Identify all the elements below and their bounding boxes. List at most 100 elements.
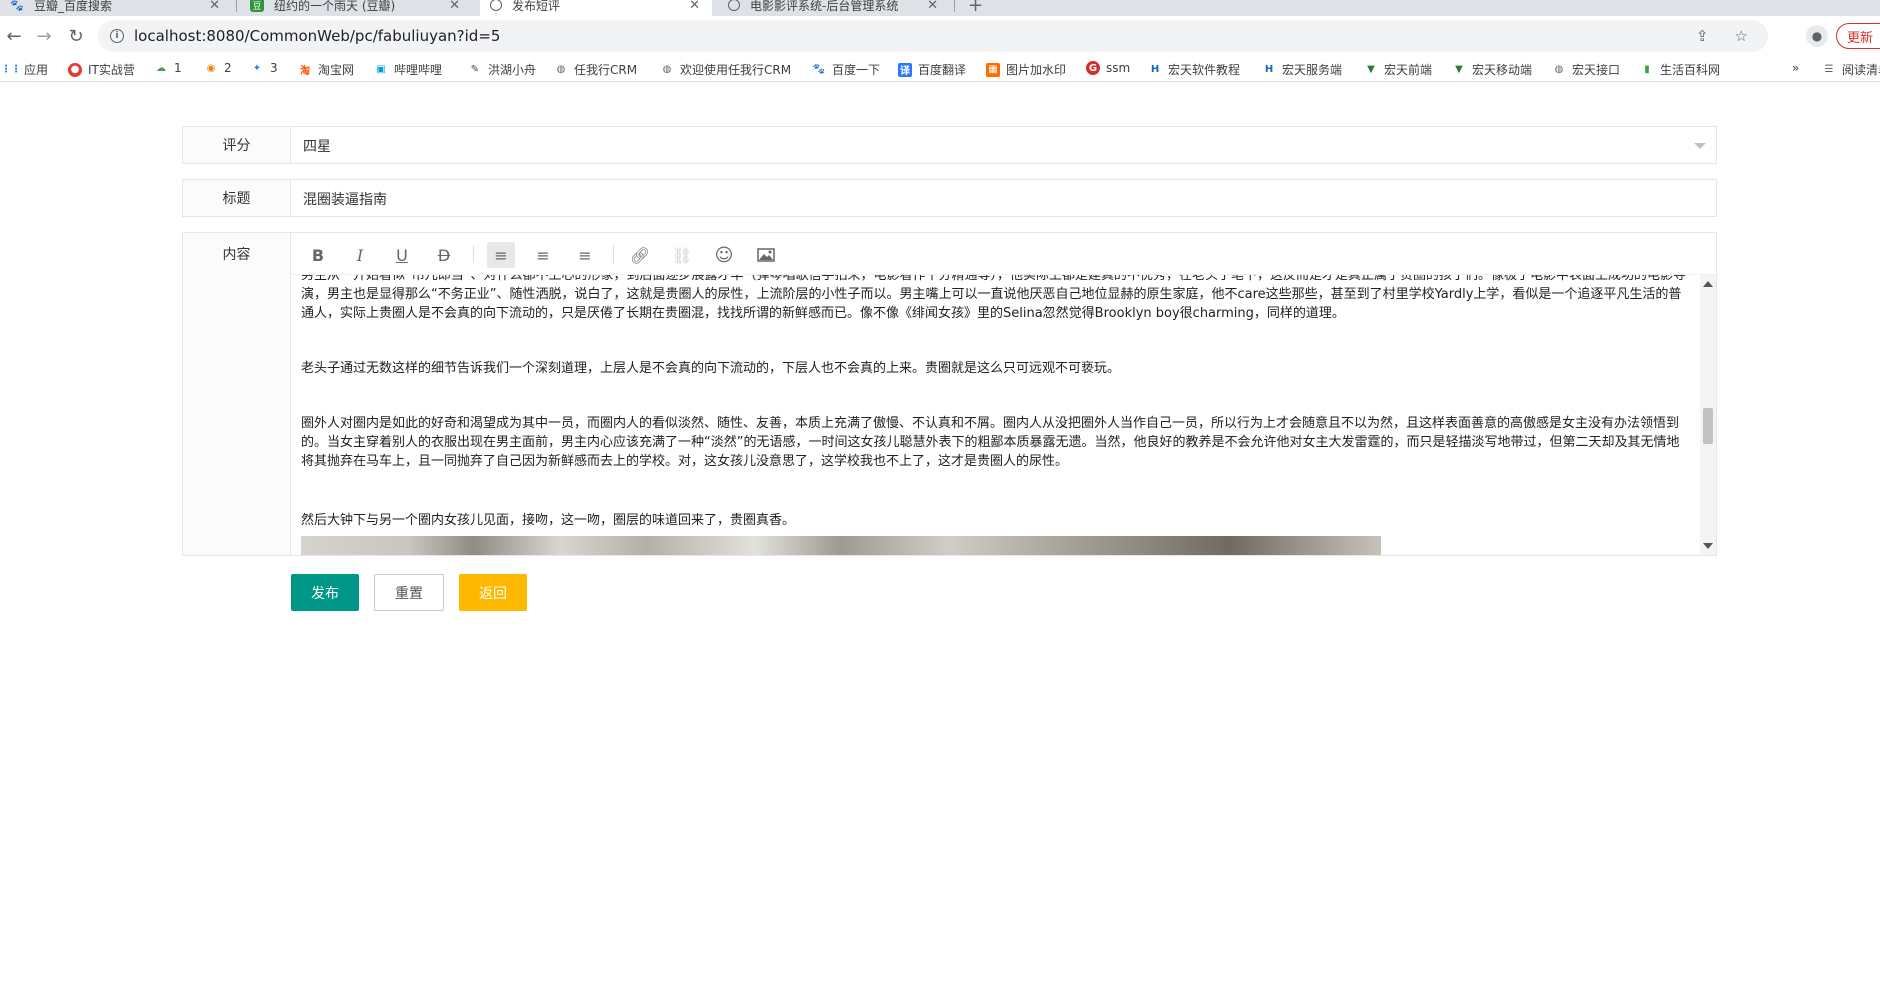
rating-select[interactable]: 四星: [303, 127, 1703, 165]
update-button[interactable]: 更新: [1836, 23, 1880, 49]
taobao-icon: 淘: [300, 66, 310, 77]
watermark-icon: ▦: [986, 62, 1000, 77]
bird-icon: ✦: [252, 62, 262, 74]
bookmark-apps[interactable]: ⋮⋮ 应用: [1, 61, 48, 78]
rating-label: 评分: [183, 127, 291, 163]
image-icon[interactable]: [752, 242, 780, 268]
boat-icon: ✎: [470, 64, 480, 75]
emoji-icon[interactable]: ☺: [710, 242, 738, 268]
bookmark-item[interactable]: 淘淘宝网: [298, 61, 354, 78]
bookmark-item[interactable]: H 宏天服务端: [1262, 61, 1342, 78]
title-row: 标题 混圈装逼指南: [182, 179, 1717, 217]
editor-embedded-image[interactable]: [301, 536, 1381, 555]
browser-toolbar: ← → ↻ i localhost:8080/CommonWeb/pc/fabu…: [0, 16, 1880, 56]
bookmarks-bar: ⋮⋮ 应用 ● IT实战营 ☁ 1 ◉ 2 ✦ 3 淘淘宝网 ▣ 哔哩哔哩 ✎ 洪湖小舟 ◍ 任…: [0, 56, 1880, 82]
back-button[interactable]: 返回: [459, 574, 527, 611]
vue-icon: ▼: [1367, 64, 1375, 75]
form-actions: 发布 重置 返回: [291, 574, 527, 611]
bookmark-item[interactable]: Gssm: [1086, 61, 1130, 75]
book-icon: ▮: [1644, 64, 1650, 75]
italic-icon[interactable]: I: [346, 242, 374, 268]
bilibili-icon: ▣: [376, 64, 386, 75]
close-icon[interactable]: ✕: [209, 0, 220, 13]
browser-tab-active[interactable]: 发布短评 ✕: [480, 0, 712, 16]
info-icon[interactable]: i: [110, 29, 124, 43]
bookmark-item[interactable]: ◍ 欢迎使用任我行CRM: [660, 61, 791, 78]
new-tab-icon[interactable]: +: [968, 0, 983, 16]
reload-icon[interactable]: ↻: [64, 24, 88, 48]
url-text: localhost:8080/CommonWeb/pc/fabuliuyan?i…: [134, 27, 501, 45]
close-icon[interactable]: ✕: [927, 0, 938, 13]
back-arrow-icon[interactable]: ←: [2, 24, 26, 48]
chevron-down-icon[interactable]: [1694, 143, 1706, 149]
editor-paragraph: 男主从一开始看似“吊儿郎当”、对什么都不上心的形象，到后面逐步展露才华（弹琴唱歌…: [301, 275, 1686, 321]
itshizhanying-icon: ●: [68, 62, 82, 77]
rating-row: 评分 四星: [182, 126, 1717, 164]
bookmark-item[interactable]: 译百度翻译: [898, 61, 966, 78]
bookmark-item[interactable]: ☁ 1: [154, 61, 182, 75]
globe-icon: ◍: [1554, 64, 1564, 75]
browser-tab[interactable]: 🐾 豆瓣_百度搜索 ✕: [0, 0, 232, 16]
address-bar[interactable]: i localhost:8080/CommonWeb/pc/fabuliuyan…: [98, 20, 1768, 52]
globe-icon: [490, 0, 502, 11]
editor-paragraph: 圈外人对圈内是如此的好奇和渴望成为其中一员，而圈内人的看似淡然、随性、友善，本质…: [301, 416, 1680, 469]
scroll-down-arrow-icon[interactable]: [1703, 543, 1713, 549]
tab-separator: [236, 0, 237, 12]
translate-icon: 译: [898, 62, 912, 77]
tab-separator: [954, 0, 955, 12]
bookmark-item[interactable]: 🐾 百度一下: [812, 61, 880, 78]
close-icon[interactable]: ✕: [689, 0, 700, 13]
bookmark-item[interactable]: ● IT实战营: [68, 61, 135, 78]
more-bookmarks-icon[interactable]: »: [1792, 61, 1799, 75]
reading-list-icon: ☰: [1824, 64, 1834, 75]
link-icon[interactable]: 🔗︎: [626, 242, 654, 268]
toolbar-divider: [613, 245, 614, 263]
bookmark-item[interactable]: ▦ 图片加水印: [986, 61, 1066, 78]
bookmark-item[interactable]: ✦ 3: [250, 61, 278, 75]
editor-scrollbar[interactable]: [1700, 275, 1716, 555]
tab-title: 纽约的一个雨天 (豆瓣): [274, 0, 396, 13]
bold-icon[interactable]: B: [304, 242, 332, 268]
close-icon[interactable]: ✕: [449, 0, 460, 13]
hongtian-icon: H: [1264, 64, 1274, 75]
browser-tabstrip: 🐾 豆瓣_百度搜索 ✕ 豆 纽约的一个雨天 (豆瓣) ✕ 发布短评 ✕ 电影影评…: [0, 0, 1880, 16]
editor-toolbar: B I U D ≡ ≡ ≡ 🔗︎ ⛓︎ ☺: [291, 233, 1716, 275]
strikethrough-icon[interactable]: D: [430, 242, 458, 268]
bookmark-item[interactable]: ◍ 宏天接口: [1552, 61, 1620, 78]
bookmark-item[interactable]: ▮ 生活百科网: [1640, 61, 1720, 78]
apps-grid-icon: ⋮⋮: [1, 64, 21, 75]
bookmark-item[interactable]: ▣ 哔哩哔哩: [374, 61, 442, 78]
toolbar-divider: [473, 245, 474, 263]
content-row: 内容 B I U D ≡ ≡ ≡ 🔗︎ ⛓︎ ☺ 男主从一开始看似“吊儿郎当”、…: [182, 232, 1717, 556]
bookmark-item[interactable]: ◉ 2: [204, 61, 232, 75]
weibo-icon: ◉: [206, 62, 216, 74]
forward-arrow-icon[interactable]: →: [32, 24, 56, 48]
title-input[interactable]: 混圈装逼指南: [303, 180, 1703, 218]
share-icon[interactable]: ⇪: [1696, 27, 1709, 45]
scrollbar-thumb[interactable]: [1703, 408, 1713, 444]
tab-title: 发布短评: [512, 0, 561, 13]
bookmark-item[interactable]: ▼ 宏天前端: [1364, 61, 1432, 78]
unlink-icon[interactable]: ⛓︎: [668, 242, 696, 268]
reset-button[interactable]: 重置: [374, 574, 444, 611]
bookmark-item[interactable]: H 宏天软件教程: [1148, 61, 1240, 78]
align-right-icon[interactable]: ≡: [571, 242, 599, 268]
underline-icon[interactable]: U: [388, 242, 416, 268]
tab-title: 电影影评系统-后台管理系统: [750, 0, 899, 13]
bookmark-item[interactable]: ✎ 洪湖小舟: [468, 61, 536, 78]
globe-icon: ◍: [556, 64, 566, 75]
align-center-icon[interactable]: ≡: [529, 242, 557, 268]
publish-button[interactable]: 发布: [291, 574, 359, 611]
editor-content-area[interactable]: 男主从一开始看似“吊儿郎当”、对什么都不上心的形象，到后面逐步展露才华（弹琴唱歌…: [291, 275, 1716, 555]
browser-tab[interactable]: 豆 纽约的一个雨天 (豆瓣) ✕: [240, 0, 472, 16]
editor-paragraph: 然后大钟下与另一个圈内女孩儿见面，接吻，这一吻，圈层的味道回来了，贵圈真香。: [301, 513, 796, 528]
scroll-up-arrow-icon[interactable]: [1703, 281, 1713, 287]
bookmark-item[interactable]: ▼ 宏天移动端: [1452, 61, 1532, 78]
align-left-icon[interactable]: ≡: [487, 242, 515, 268]
bookmark-item[interactable]: ◍ 任我行CRM: [554, 61, 637, 78]
profile-avatar-icon[interactable]: ●: [1806, 25, 1828, 47]
bookmark-reading-list[interactable]: ☰阅读清单: [1822, 61, 1880, 78]
tab-title: 豆瓣_百度搜索: [34, 0, 113, 13]
star-icon[interactable]: ☆: [1735, 27, 1748, 45]
browser-tab[interactable]: 电影影评系统-后台管理系统 ✕: [718, 0, 950, 16]
